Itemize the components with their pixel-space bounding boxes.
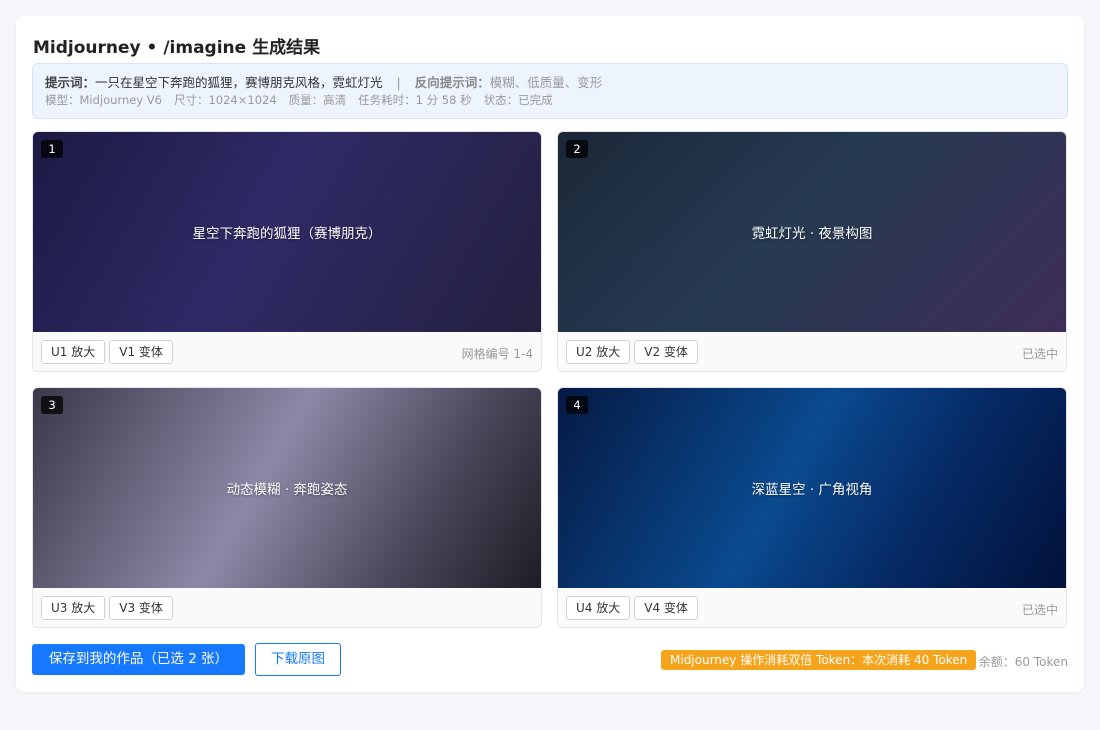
image-number-badge: 2 xyxy=(566,140,588,158)
grid-item-3: 3 动态模糊 · 奔跑姿态 U3 放大 V3 变体 xyxy=(32,387,542,628)
upscale-button-1[interactable]: U1 放大 xyxy=(41,340,106,364)
upscale-button-2[interactable]: U2 放大 xyxy=(566,340,631,364)
meta-line: 模型：Midjourney V6 尺寸：1024×1024 质量：高清 任务耗时：1 … xyxy=(45,92,1055,108)
prompt-text: 一只在星空下奔跑的狐狸，赛博朋克风格，霓虹灯光 xyxy=(95,75,383,90)
image-thumbnail[interactable]: 2 霓虹灯光 · 夜景构图 xyxy=(558,132,1066,332)
upscale-button-4[interactable]: U4 放大 xyxy=(566,596,631,620)
variant-button-4[interactable]: V4 变体 xyxy=(634,596,698,620)
image-thumbnail[interactable]: 4 深蓝星空 · 广角视角 xyxy=(558,388,1066,588)
image-number-badge: 3 xyxy=(41,396,63,414)
image-actions: U4 放大 V4 变体 已选中 xyxy=(558,588,1066,627)
image-caption: 星空下奔跑的狐狸（赛博朋克） xyxy=(192,226,382,242)
image-actions: U3 放大 V3 变体 xyxy=(33,588,541,627)
save-to-works-button[interactable]: 保存到我的作品（已选 2 张） xyxy=(32,644,245,675)
image-actions: U2 放大 V2 变体 已选中 xyxy=(558,332,1066,371)
grid-item-1: 1 星空下奔跑的狐狸（赛博朋克） U1 放大 V1 变体 网格编号 1-4 xyxy=(32,131,542,372)
prompt-label: 提示词： xyxy=(45,75,96,90)
upscale-button-3[interactable]: U3 放大 xyxy=(41,596,106,620)
grid-index-label: 网格编号 1-4 xyxy=(461,347,533,361)
image-caption: 霓虹灯光 · 夜景构图 xyxy=(751,226,873,242)
image-caption: 动态模糊 · 奔跑姿态 xyxy=(226,482,348,498)
token-cost-badge: Midjourney 操作消耗双倍 Token：本次消耗 40 Token xyxy=(661,650,977,670)
image-actions: U1 放大 V1 变体 网格编号 1-4 xyxy=(33,332,541,371)
meta-model: 模型：Midjourney V6 xyxy=(45,93,162,107)
grid-item-4: 4 深蓝星空 · 广角视角 U4 放大 V4 变体 已选中 xyxy=(557,387,1067,628)
page-title: Midjourney • /imagine 生成结果 xyxy=(33,38,321,58)
meta-size: 尺寸：1024×1024 xyxy=(173,93,277,107)
image-number-badge: 4 xyxy=(566,396,588,414)
image-thumbnail[interactable]: 3 动态模糊 · 奔跑姿态 xyxy=(33,388,541,588)
selected-status: 已选中 xyxy=(1021,347,1058,361)
variant-button-2[interactable]: V2 变体 xyxy=(634,340,698,364)
result-card: Midjourney • /imagine 生成结果 提示词：一只在星空下奔跑的… xyxy=(16,16,1084,692)
meta-status: 状态：已完成 xyxy=(483,93,553,107)
image-thumbnail[interactable]: 1 星空下奔跑的狐狸（赛博朋克） xyxy=(33,132,541,332)
image-number-badge: 1 xyxy=(41,140,63,158)
grid-item-2: 2 霓虹灯光 · 夜景构图 U2 放大 V2 变体 已选中 xyxy=(557,131,1067,372)
negative-prompt-label: 反向提示词： xyxy=(414,75,490,90)
variant-button-3[interactable]: V3 变体 xyxy=(109,596,173,620)
download-original-button[interactable]: 下载原图 xyxy=(255,643,341,676)
variant-button-1[interactable]: V1 变体 xyxy=(109,340,173,364)
meta-quality: 质量：高清 xyxy=(288,93,347,107)
token-balance: 余额：60 Token xyxy=(978,655,1068,669)
prompt-separator: | xyxy=(396,75,401,90)
selected-status: 已选中 xyxy=(1021,603,1058,617)
negative-prompt-text: 模糊、低质量、变形 xyxy=(489,75,603,90)
prompt-panel: 提示词：一只在星空下奔跑的狐狸，赛博朋克风格，霓虹灯光 | 反向提示词：模糊、低质量… xyxy=(32,63,1068,119)
image-caption: 深蓝星空 · 广角视角 xyxy=(751,482,873,498)
meta-duration: 任务耗时：1 分 58 秒 xyxy=(358,93,472,107)
prompt-line: 提示词：一只在星空下奔跑的狐狸，赛博朋克风格，霓虹灯光 | 反向提示词：模糊、低质量… xyxy=(45,74,1055,92)
